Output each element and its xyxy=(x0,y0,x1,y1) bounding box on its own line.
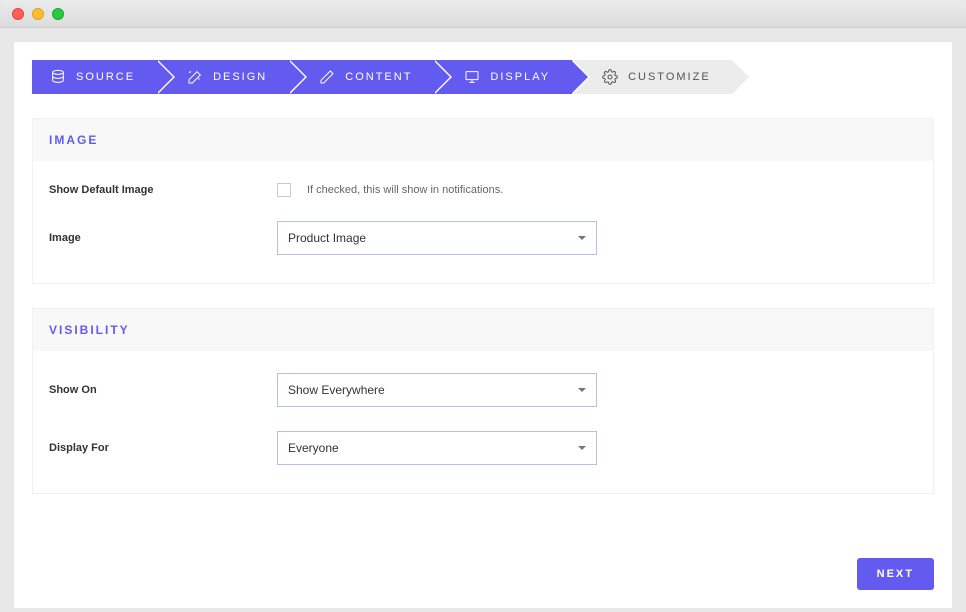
step-label: DISPLAY xyxy=(490,71,550,83)
maximize-icon[interactable] xyxy=(52,8,64,20)
section-visibility: VISIBILITY Show On Show Everywhere Displ… xyxy=(32,308,934,494)
step-label: CONTENT xyxy=(345,71,412,83)
step-customize[interactable]: CUSTOMIZE xyxy=(572,60,733,94)
pencil-icon xyxy=(319,69,335,85)
display-for-select-value: Everyone xyxy=(288,441,339,455)
gear-icon xyxy=(602,69,618,85)
close-icon[interactable] xyxy=(12,8,24,20)
show-on-label: Show On xyxy=(49,384,277,396)
step-label: DESIGN xyxy=(213,71,267,83)
chevron-down-icon xyxy=(578,388,586,392)
display-for-label: Display For xyxy=(49,442,277,454)
minimize-icon[interactable] xyxy=(32,8,44,20)
step-label: CUSTOMIZE xyxy=(628,71,711,83)
step-design[interactable]: DESIGN xyxy=(157,60,289,94)
show-on-select-value: Show Everywhere xyxy=(288,383,385,397)
step-source[interactable]: SOURCE xyxy=(32,60,157,94)
chevron-down-icon xyxy=(578,446,586,450)
section-title: VISIBILITY xyxy=(33,309,933,351)
app-window: SOURCE DESIGN CONTENT DISPLAY CUSTOMIZE xyxy=(0,0,966,612)
show-default-image-checkbox[interactable] xyxy=(277,183,291,197)
display-for-select[interactable]: Everyone xyxy=(277,431,597,465)
step-display[interactable]: DISPLAY xyxy=(434,60,572,94)
image-select[interactable]: Product Image xyxy=(277,221,597,255)
image-select-value: Product Image xyxy=(288,231,366,245)
titlebar xyxy=(0,0,966,28)
database-icon xyxy=(50,69,66,85)
step-label: SOURCE xyxy=(76,71,135,83)
section-image: IMAGE Show Default Image If checked, thi… xyxy=(32,118,934,284)
show-default-image-hint: If checked, this will show in notificati… xyxy=(307,184,503,196)
content-area: SOURCE DESIGN CONTENT DISPLAY CUSTOMIZE xyxy=(14,42,952,608)
monitor-icon xyxy=(464,69,480,85)
step-nav: SOURCE DESIGN CONTENT DISPLAY CUSTOMIZE xyxy=(32,60,934,94)
section-title: IMAGE xyxy=(33,119,933,161)
image-label: Image xyxy=(49,232,277,244)
step-content[interactable]: CONTENT xyxy=(289,60,434,94)
next-button[interactable]: NEXT xyxy=(857,558,934,590)
wand-icon xyxy=(187,69,203,85)
show-on-select[interactable]: Show Everywhere xyxy=(277,373,597,407)
chevron-down-icon xyxy=(578,236,586,240)
footer: NEXT xyxy=(857,558,934,590)
show-default-image-label: Show Default Image xyxy=(49,184,277,196)
